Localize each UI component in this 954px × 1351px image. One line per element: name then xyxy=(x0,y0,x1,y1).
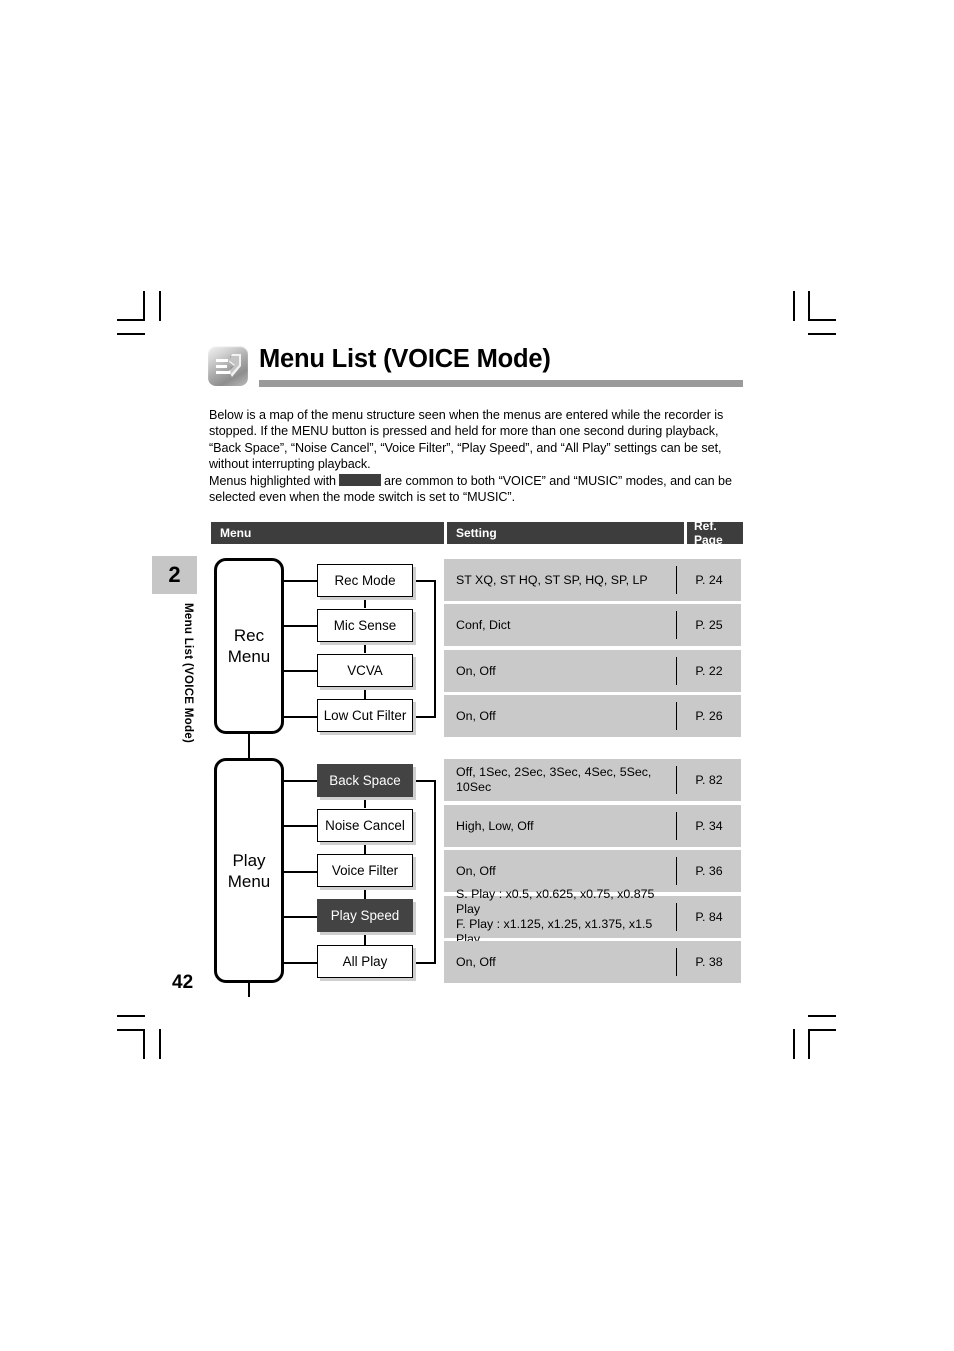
bracket-rec-spine xyxy=(434,580,436,717)
setting-value: On, Off xyxy=(456,650,669,692)
setting-row: On, Off P. 22 xyxy=(444,650,741,692)
connector-rec-to-item-2 xyxy=(284,625,317,627)
bracket-play-bottom xyxy=(413,962,436,964)
setting-row: Off, 1Sec, 2Sec, 3Sec, 4Sec, 5Sec, 10Sec… xyxy=(444,759,741,801)
menu-item-back-space[interactable]: Back Space xyxy=(317,764,413,797)
setting-ref-page: P. 25 xyxy=(695,618,723,632)
setting-ref-page: P. 26 xyxy=(695,709,723,723)
group-rec-line1: Rec xyxy=(233,626,265,645)
setting-value: On, Off xyxy=(456,941,669,983)
connector-item-2-to-3 xyxy=(364,642,366,653)
connector-play-to-item-2 xyxy=(284,825,317,827)
menu-item-rec-mode[interactable]: Rec Mode xyxy=(317,564,413,597)
setting-row: High, Low, Off P. 34 xyxy=(444,805,741,847)
connector-item-3-to-4 xyxy=(364,687,366,699)
setting-ref-page: P. 24 xyxy=(695,573,723,587)
connector-play-to-item-5 xyxy=(284,962,317,964)
connector-item-6-to-7 xyxy=(364,842,366,854)
setting-ref-page: P. 22 xyxy=(695,664,723,678)
setting-value-line-1: On, Off xyxy=(456,708,496,723)
menu-item-vcva[interactable]: VCVA xyxy=(317,654,413,687)
setting-row: Conf, Dict P. 25 xyxy=(444,604,741,646)
setting-value: S. Play : x0.5, x0.625, x0.75, x0.875 Pl… xyxy=(456,887,669,946)
group-box-play-menu: Play Menu xyxy=(214,758,284,983)
setting-value: On, Off xyxy=(456,850,669,892)
bracket-rec-top xyxy=(413,580,436,582)
group-play-line2: Menu xyxy=(227,871,271,891)
menu-item-play-speed[interactable]: Play Speed xyxy=(317,899,413,932)
setting-value: High, Low, Off xyxy=(456,805,669,847)
setting-value-line-1: On, Off xyxy=(456,663,496,678)
setting-row: On, Off P. 26 xyxy=(444,695,741,737)
setting-ref-page: P. 36 xyxy=(695,864,723,878)
menu-item-voice-filter[interactable]: Voice Filter xyxy=(317,854,413,887)
connector-rec-to-item-3 xyxy=(284,670,317,672)
setting-ref-page: P. 38 xyxy=(695,955,723,969)
setting-value-line-1: High, Low, Off xyxy=(456,818,534,833)
connector-item-1-to-2 xyxy=(364,597,366,608)
connector-play-continuation xyxy=(248,983,250,997)
setting-ref-page: P. 84 xyxy=(695,910,723,924)
setting-row: ST XQ, ST HQ, ST SP, HQ, SP, LP P. 24 xyxy=(444,559,741,601)
setting-value: Conf, Dict xyxy=(456,604,669,646)
setting-row: S. Play : x0.5, x0.625, x0.75, x0.875 Pl… xyxy=(444,887,741,946)
bracket-play-top xyxy=(413,780,436,782)
setting-row: On, Off P. 38 xyxy=(444,941,741,983)
setting-value-line-1: On, Off xyxy=(456,954,496,969)
connector-rec-to-play xyxy=(248,734,250,758)
setting-ref-page: P. 82 xyxy=(695,773,723,787)
connector-item-8-to-9 xyxy=(364,933,366,945)
connector-item-7-to-8 xyxy=(364,888,366,899)
bracket-play-spine xyxy=(434,780,436,963)
menu-item-low-cut-filter[interactable]: Low Cut Filter xyxy=(317,699,413,732)
connector-item-5-to-6 xyxy=(364,797,366,808)
group-rec-line2: Menu xyxy=(227,647,271,666)
setting-value-line-1: ST XQ, ST HQ, ST SP, HQ, SP, LP xyxy=(456,572,648,587)
setting-value-line-1: Conf, Dict xyxy=(456,617,511,632)
menu-item-all-play[interactable]: All Play xyxy=(317,945,413,978)
connector-play-to-item-4 xyxy=(284,916,317,918)
connector-rec-to-item-1 xyxy=(284,580,317,582)
setting-row: On, Off P. 36 xyxy=(444,850,741,892)
bracket-rec-bottom xyxy=(413,716,436,718)
menu-item-noise-cancel[interactable]: Noise Cancel xyxy=(317,809,413,842)
connector-play-to-item-3 xyxy=(284,871,317,873)
setting-value: Off, 1Sec, 2Sec, 3Sec, 4Sec, 5Sec, 10Sec xyxy=(456,759,669,801)
setting-value-line-1: Off, 1Sec, 2Sec, 3Sec, 4Sec, 5Sec, 10Sec xyxy=(456,765,652,794)
connector-play-to-item-1 xyxy=(284,780,317,782)
connector-rec-to-item-4 xyxy=(284,716,317,718)
setting-value: ST XQ, ST HQ, ST SP, HQ, SP, LP xyxy=(456,559,669,601)
setting-value: On, Off xyxy=(456,695,669,737)
setting-value-line-1: On, Off xyxy=(456,863,496,878)
setting-value-line-1: S. Play : x0.5, x0.625, x0.75, x0.875 Pl… xyxy=(456,887,655,916)
setting-ref-page: P. 34 xyxy=(695,819,723,833)
menu-item-mic-sense[interactable]: Mic Sense xyxy=(317,609,413,642)
group-box-rec-menu: Rec Menu xyxy=(214,558,284,734)
group-play-line1: Play xyxy=(232,850,266,870)
